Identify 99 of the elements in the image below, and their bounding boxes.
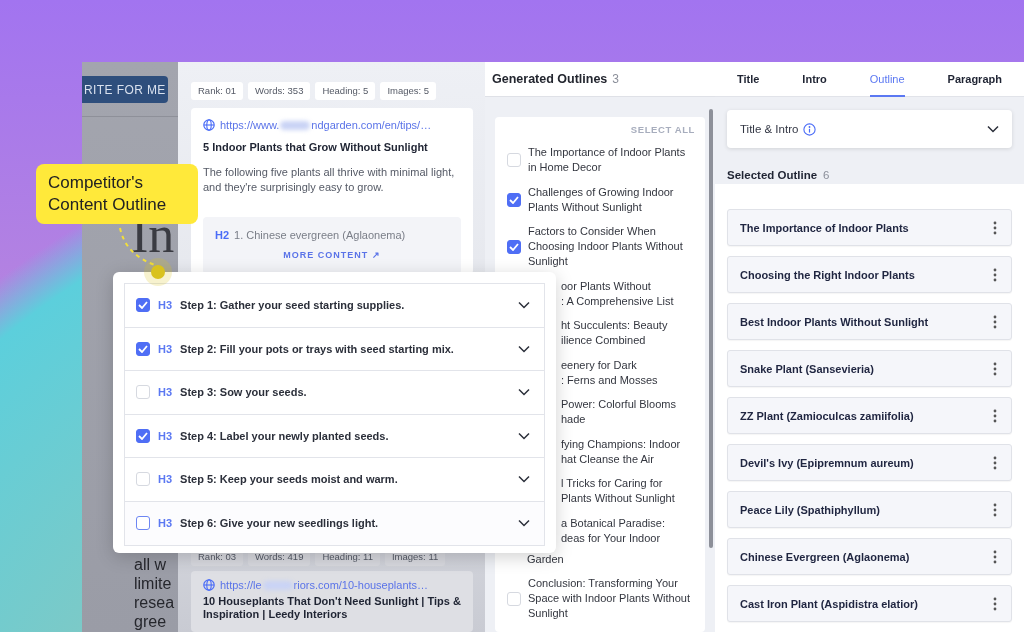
outline-item[interactable]: Peace Lily (Spathiphyllum) [727, 491, 1012, 528]
outline-option: hade [561, 412, 586, 427]
article-text: limite [134, 574, 173, 593]
result-title: 10 Houseplants That Don't Need Sunlight | Tips & Inspiration | Leedy Interiors [203, 595, 461, 620]
checkbox[interactable] [136, 298, 150, 313]
outline-row[interactable]: H3 Step 5: Keep your seeds moist and warm. [125, 458, 544, 502]
outline-item[interactable]: The Importance of Indoor Plants [727, 209, 1012, 246]
outline-option: Factors to Consider When Choosing Indoor Plants Without Sunlight [528, 224, 695, 269]
step-text: Step 2: Fill your pots or trays with seed starting mix. [180, 342, 455, 355]
outline-item[interactable]: Choosing the Right Indoor Plants [727, 256, 1012, 293]
checkbox[interactable] [136, 428, 150, 443]
outline-row[interactable]: H3 Step 2: Fill your pots or trays with seed starting mix. [125, 327, 544, 371]
result-title: 5 Indoor Plants that Grow Without Sunlight [203, 140, 429, 154]
heading-tag: H2 [215, 229, 230, 241]
stat-chip: Words: 353 [248, 82, 311, 100]
chevron-down-icon[interactable] [987, 125, 999, 133]
outline-row[interactable]: H3 Step 3: Sow your seeds. [125, 371, 544, 415]
tab[interactable]: Paragraph [947, 62, 1002, 97]
outline-option: Conclusion: Transforming Your Space with Indoor Plants Without Sunlight [528, 576, 695, 621]
outline-option: l Tricks for Caring for [561, 476, 663, 491]
checkbox[interactable] [136, 516, 150, 531]
more-icon[interactable] [993, 455, 997, 470]
step-text: Step 5: Keep your seeds moist and warm. [180, 473, 399, 486]
heading-tag: H3 [158, 517, 173, 530]
heading-text: 1. Chinese evergreen (Aglaonema) [234, 229, 406, 241]
panel-title: Generated Outlines [492, 72, 608, 86]
tab[interactable]: Intro [802, 62, 827, 97]
more-content-link[interactable]: MORE CONTENT ↗ [283, 250, 381, 260]
info-icon[interactable] [803, 122, 817, 136]
stat-chip: Rank: 01 [191, 82, 244, 100]
tab[interactable]: Title [737, 62, 760, 97]
outline-option: a Botanical Paradise: [561, 515, 665, 531]
outline-row[interactable]: H3 Step 1: Gather your seed starting supplies. [125, 284, 544, 328]
outline-item[interactable]: Chinese Evergreen (Aglaonema) [727, 538, 1012, 575]
outline-item[interactable]: Snake Plant (Sansevieria) [727, 350, 1012, 387]
outline-option: oor Plants Without [561, 278, 651, 294]
outline-option: ilience Combined [561, 333, 646, 348]
step-text: Step 6: Give your new seedlings light. [180, 517, 380, 530]
checkbox[interactable] [507, 192, 521, 207]
outline-item[interactable]: Devil's Ivy (Epipremnum aureum) [727, 444, 1012, 481]
count-text: 3 [612, 72, 619, 86]
outline-option: Power: Colorful Blooms [561, 397, 676, 412]
article-text: gree [134, 612, 168, 631]
url-link[interactable]: ndgarden.com/en/tips/… [311, 119, 432, 131]
outline-row[interactable]: H3 Step 4: Label your newly planted seeds. [125, 414, 544, 458]
article-text: resea [134, 593, 176, 612]
more-icon[interactable] [993, 361, 997, 376]
chevron-down-icon[interactable] [518, 388, 530, 397]
scrollbar[interactable] [709, 109, 713, 548]
heading-tag: H3 [158, 342, 173, 355]
more-icon[interactable] [993, 314, 997, 329]
outline-item[interactable]: Cast Iron Plant (Aspidistra elatior) [727, 585, 1012, 622]
outline-option: hat Cleanse the Air [561, 451, 654, 467]
write-button[interactable]: RITE FOR ME [82, 76, 168, 103]
blurred-text [280, 120, 311, 130]
more-icon[interactable] [993, 408, 997, 423]
chevron-down-icon[interactable] [518, 475, 530, 484]
outline-item[interactable]: ZZ Plant (Zamioculcas zamiifolia) [727, 397, 1012, 434]
chevron-down-icon[interactable] [518, 519, 530, 528]
result-snippet: The following five plants all thrive with minimal light, and they're surprisingly easy to grow. [203, 165, 456, 195]
outline-option: Challenges of Growing Indoor Plants Without Sunlight [528, 184, 695, 215]
more-icon[interactable] [993, 220, 997, 235]
heading-tag: H3 [158, 473, 173, 486]
outline-item[interactable]: Best Indoor Plants Without Sunlight [727, 303, 1012, 340]
more-icon[interactable] [993, 502, 997, 517]
callout: Competitor's Content Outline [36, 164, 198, 224]
outline-option: Garden [527, 551, 564, 567]
url-link[interactable]: https://www. [220, 119, 280, 131]
outline-option: fying Champions: Indoor [561, 436, 681, 452]
more-icon[interactable] [993, 549, 997, 564]
checkbox[interactable] [136, 341, 150, 356]
count-text: 6 [823, 169, 830, 181]
stat-chip: Heading: 5 [315, 82, 376, 100]
dropdown-value: Title & Intro [740, 123, 799, 135]
stat-chip: Images: 5 [380, 82, 437, 100]
section-title: Selected Outline [727, 169, 818, 181]
step-text: Step 1: Gather your seed starting supplies. [180, 299, 406, 312]
globe-icon [203, 119, 215, 131]
chevron-down-icon[interactable] [518, 301, 530, 310]
globe-icon [203, 579, 215, 591]
outline-option: : A Comprehensive List [561, 293, 674, 309]
more-icon[interactable] [993, 267, 997, 282]
more-icon[interactable] [993, 596, 997, 611]
outline-option: Plants Without Sunlight [561, 491, 675, 506]
outline-option: eenery for Dark [561, 357, 637, 373]
step-text: Step 4: Label your newly planted seeds. [180, 429, 390, 442]
outline-option: ht Succulents: Beauty [561, 318, 668, 333]
outline-option: deas for Your Indoor [561, 530, 661, 546]
checkbox[interactable] [507, 239, 521, 254]
heading-tag: H3 [158, 429, 173, 442]
chevron-down-icon[interactable] [518, 431, 530, 440]
article-text: all w [134, 555, 167, 574]
outline-option: The Importance of Indoor Plants in Home Decor [528, 145, 695, 175]
dropdown[interactable]: Title & Intro [727, 110, 1012, 148]
step-text: Step 3: Sow your seeds. [180, 386, 308, 399]
outline-option: : Ferns and Mosses [561, 372, 658, 388]
heading-tag: H3 [158, 386, 173, 399]
chevron-down-icon[interactable] [518, 344, 530, 353]
heading-tag: H3 [158, 299, 173, 312]
